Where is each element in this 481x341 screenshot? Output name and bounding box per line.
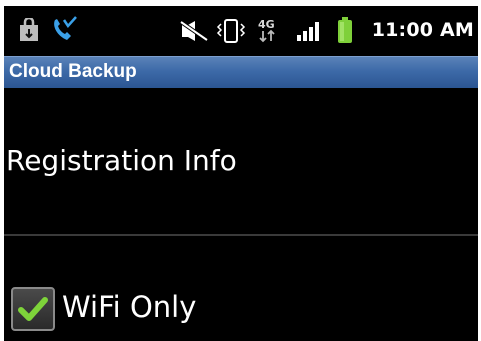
checkmark-icon [18,297,48,321]
phone-screen: 4G 11:00 AM Cloud Backup Registration In… [4,6,478,341]
status-bar: 4G 11:00 AM [4,6,478,56]
shopping-bag-icon [18,16,40,46]
registration-info-item[interactable]: Registration Info [4,88,478,234]
app-title: Cloud Backup [9,61,137,82]
wifi-only-label: WiFi Only [62,290,197,324]
registration-info-label: Registration Info [6,144,237,177]
status-time: 11:00 AM [371,19,474,41]
wifi-only-checkbox[interactable] [11,287,55,331]
network-type-label: 4G [258,18,275,31]
mute-icon [179,20,209,46]
app-title-bar: Cloud Backup [4,56,478,88]
missed-call-icon [50,16,78,48]
4g-data-icon: 4G [256,17,280,49]
battery-icon [337,16,353,48]
vibrate-icon [216,18,246,48]
wifi-only-item[interactable] [4,236,478,341]
signal-bars-icon [296,20,322,46]
